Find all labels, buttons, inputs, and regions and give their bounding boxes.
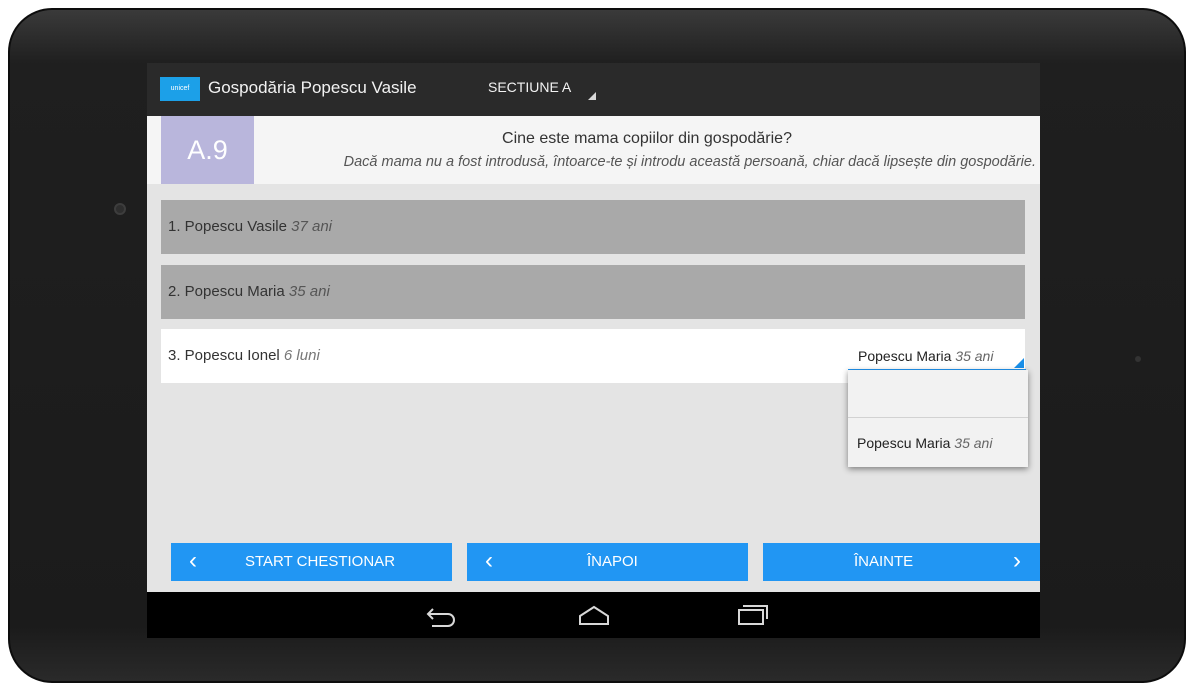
member-age: 6 luni <box>283 347 320 364</box>
chevron-left-icon: ‹ <box>485 547 493 574</box>
chevron-left-icon: ‹ <box>189 547 197 574</box>
question-header: A.9 Cine este mama copiilor din gospodăr… <box>147 116 1040 184</box>
option-age: 35 ani <box>954 435 993 451</box>
member-name: 1. Popescu Vasile <box>168 218 287 235</box>
member-row-1[interactable]: 1. Popescu Vasile 37 ani <box>161 200 1025 254</box>
proximity-sensor <box>1135 356 1141 362</box>
section-selector[interactable]: SECTIUNE A <box>488 79 598 109</box>
member-name: 2. Popescu Maria <box>168 283 285 300</box>
section-label: SECTIUNE A <box>488 79 572 95</box>
front-camera <box>114 203 126 215</box>
back-button[interactable]: ‹ ÎNAPOI <box>467 543 748 581</box>
system-nav-bar <box>147 592 1040 638</box>
device-screen: unicef Gospodăria Popescu Vasile SECTIUN… <box>147 63 1040 638</box>
start-questionnaire-button[interactable]: ‹ START CHESTIONAR <box>171 543 452 581</box>
home-icon[interactable] <box>576 602 612 628</box>
chevron-right-icon: › <box>1013 547 1021 574</box>
member-row-2[interactable]: 2. Popescu Maria 35 ani <box>161 265 1025 319</box>
spinner-corner-icon <box>1014 358 1024 368</box>
question-title: Cine este mama copiilor din gospodărie? <box>502 130 792 147</box>
mother-dropdown: Popescu Maria 35 ani <box>848 370 1028 467</box>
selected-mother-age: 35 ani <box>955 348 994 364</box>
next-button-label: ÎNAINTE <box>854 553 914 570</box>
question-hint: Dacă mama nu a fost introdusă, întoarce-… <box>343 154 1036 170</box>
unicef-logo: unicef <box>160 77 200 101</box>
start-button-label: START CHESTIONAR <box>245 553 396 570</box>
unicef-logo-text: unicef <box>170 85 190 92</box>
option-name: Popescu Maria <box>857 435 951 451</box>
household-title: Gospodăria Popescu Vasile <box>208 78 417 97</box>
member-name: 3. Popescu Ionel <box>168 347 280 364</box>
spinner-corner-icon <box>588 92 596 100</box>
back-icon[interactable] <box>422 602 458 628</box>
selected-mother-name: Popescu Maria <box>858 348 952 364</box>
back-button-label: ÎNAPOI <box>587 553 638 570</box>
recents-icon[interactable] <box>733 602 769 628</box>
dropdown-option-empty[interactable] <box>848 370 1028 418</box>
app-bar: unicef Gospodăria Popescu Vasile SECTIUN… <box>147 63 1040 116</box>
member-age: 35 ani <box>288 283 330 300</box>
question-number: A.9 <box>161 116 254 184</box>
next-button[interactable]: ÎNAINTE › <box>763 543 1040 581</box>
member-age: 37 ani <box>291 218 333 235</box>
dropdown-option-maria[interactable]: Popescu Maria 35 ani <box>848 419 1028 467</box>
